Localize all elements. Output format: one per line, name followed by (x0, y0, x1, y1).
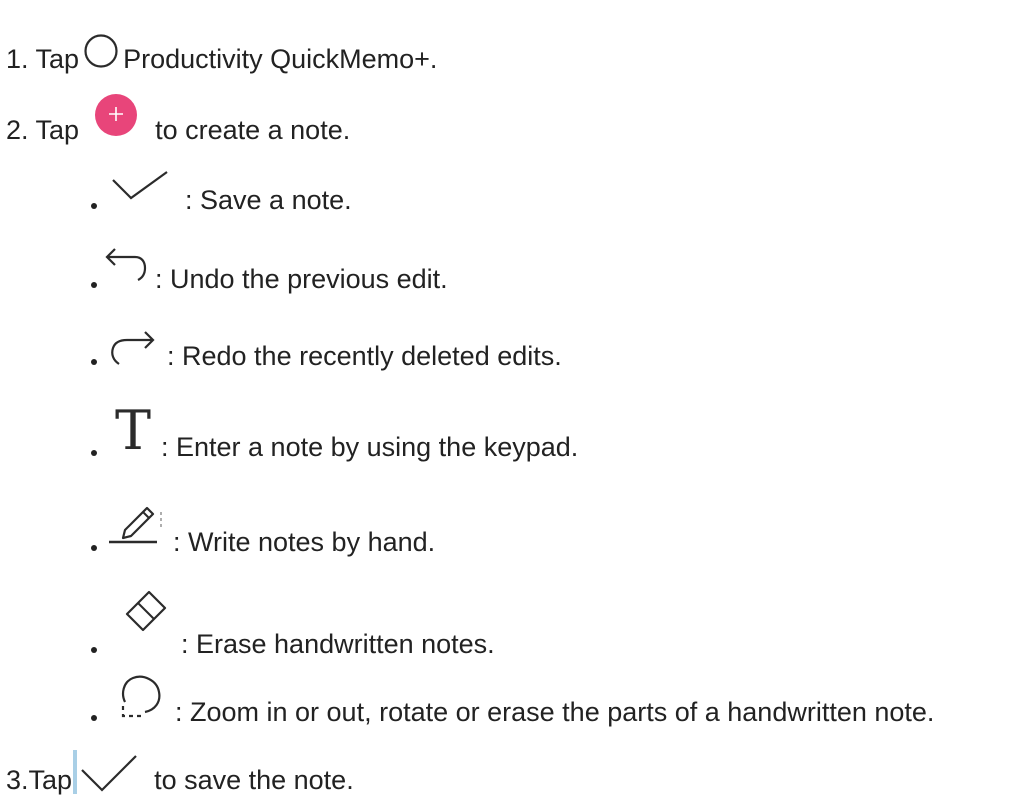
step-1: 1. Tap Productivity QuickMemo+. (6, 33, 437, 75)
step-2-text: to create a note. (155, 115, 351, 145)
bullet-text: : Save a note. (185, 185, 352, 215)
step-2-label: 2. Tap (6, 115, 80, 145)
bullet-dot (91, 359, 97, 365)
eraser-icon (123, 586, 171, 634)
list-item: : Write notes by hand. (91, 498, 435, 558)
add-note-fab-icon (93, 92, 139, 138)
lasso-select-icon (117, 672, 165, 720)
list-item: : Zoom in or out, rotate or erase the pa… (91, 672, 934, 728)
step-2: 2. Tap to create a note. (6, 92, 350, 146)
bullet-text: : Zoom in or out, rotate or erase the pa… (175, 697, 935, 727)
list-item: : Erase handwritten notes. (91, 586, 495, 660)
step-3: 3.Tap to save the note. (6, 750, 354, 796)
bullet-dot (91, 545, 97, 551)
bullet-text: : Redo the recently deleted edits. (167, 341, 562, 371)
step-1-text: Productivity QuickMemo+. (123, 44, 438, 74)
bullet-dot (91, 715, 97, 721)
step-1-label: 1. Tap (6, 44, 80, 74)
bullet-dot (91, 450, 97, 456)
bullet-text: : Write notes by hand. (173, 527, 436, 557)
undo-icon (101, 245, 149, 285)
home-circle-icon (83, 33, 119, 69)
redo-icon (107, 328, 159, 368)
list-item: : Save a note. (91, 170, 352, 216)
list-item: : Redo the recently deleted edits. (91, 328, 562, 372)
bullet-text: : Undo the previous edit. (155, 264, 448, 294)
bullet-text: : Enter a note by using the keypad. (161, 432, 579, 462)
step-3-text: to save the note. (154, 765, 354, 795)
pen-icon (101, 498, 163, 544)
list-item: : Undo the previous edit. (91, 245, 448, 295)
checkmark-icon (72, 750, 138, 794)
bullet-dot (91, 647, 97, 653)
svg-text:T: T (115, 405, 151, 455)
bullet-dot (91, 203, 97, 209)
list-item: T : Enter a note by using the keypad. (91, 405, 578, 463)
bullet-dot (91, 282, 97, 288)
bullet-text: : Erase handwritten notes. (181, 629, 495, 659)
step-3-label: 3.Tap (6, 765, 73, 795)
text-mode-icon: T (107, 405, 159, 455)
checkmark-icon (109, 170, 171, 202)
